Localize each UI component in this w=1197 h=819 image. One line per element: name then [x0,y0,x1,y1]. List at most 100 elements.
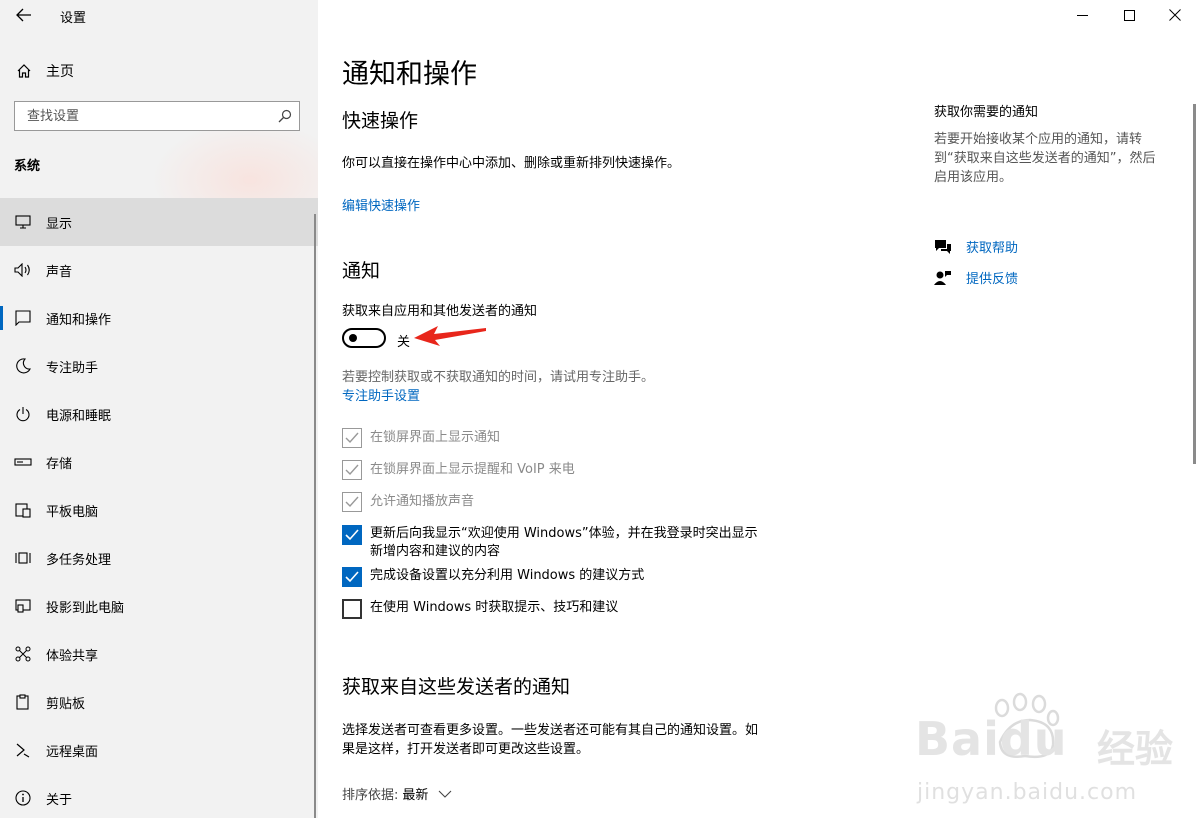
checkbox-label: 在锁屏界面上显示通知 [370,430,501,445]
sidebar-item-label: 电源和睡眠 [46,408,112,424]
checkmark-icon [345,496,359,508]
sort-value: 最新 [402,788,429,803]
sidebar-item-display[interactable]: 显示 [0,198,318,246]
search-input[interactable] [25,108,269,125]
checkbox-tips-tricks[interactable] [342,599,362,619]
main-scrollbar[interactable] [1193,104,1196,464]
section-heading: 系统 [14,159,41,174]
watermark-url: jingyan.baidu.com [917,780,1138,805]
sidebar-item-label: 远程桌面 [46,744,99,760]
watermark-brand: Baidu [915,712,1068,766]
sidebar-item-label: 平板电脑 [46,504,99,520]
checkbox-label-line2: 新增内容和建议的内容 [370,544,501,559]
senders-description-2: 果是这样，打开发送者即可更改这些设置。 [342,742,590,757]
notification-icon [12,310,34,326]
senders-heading: 获取来自这些发送者的通知 [342,676,571,698]
checkbox-lockscreen-reminders[interactable] [342,460,362,480]
right-panel-text-2: 到“获取来自这些发送者的通知”，然后 [934,151,1156,166]
storage-icon [12,457,34,467]
notifications-toggle[interactable] [342,328,386,348]
arrow-left-icon [16,8,31,22]
checkbox-label: 在锁屏界面上显示提醒和 VoIP 来电 [370,462,575,477]
get-help-link[interactable]: 获取帮助 [966,237,1018,256]
checkbox-notification-sounds[interactable] [342,492,362,512]
sidebar-item-label: 显示 [46,216,73,232]
sidebar-item-label: 剪贴板 [46,696,86,712]
power-icon [12,406,34,422]
checkmark-icon [345,464,359,476]
right-panel-text-1: 若要开始接收某个应用的通知，请转 [934,132,1143,147]
watermark-brand-cn: 经验 [1097,727,1174,771]
selection-indicator [0,306,3,330]
sidebar-item-remote-desktop[interactable]: 远程桌面 [0,726,318,774]
sidebar-item-label: 体验共享 [46,648,99,664]
close-icon [1169,9,1181,21]
checkbox-label: 在使用 Windows 时获取提示、技巧和建议 [370,600,619,615]
info-icon [12,790,34,806]
get-help-row[interactable]: 获取帮助 [934,237,1018,256]
sidebar-scrollbar[interactable] [314,214,316,818]
checkmark-icon [345,571,359,583]
back-button[interactable] [12,4,36,26]
maximize-button[interactable] [1110,0,1148,30]
sidebar-item-shared-experiences[interactable]: 体验共享 [0,630,318,678]
sidebar-item-clipboard[interactable]: 剪贴板 [0,678,318,726]
feedback-row[interactable]: 提供反馈 [934,268,1018,287]
sidebar-item-label: 关于 [46,792,73,808]
sidebar-item-storage[interactable]: 存储 [0,438,318,486]
checkmark-icon [345,432,359,444]
sidebar-item-notifications[interactable]: 通知和操作 [0,294,318,342]
app-title: 设置 [60,11,87,26]
sidebar-item-tablet[interactable]: 平板电脑 [0,486,318,534]
sidebar-item-power[interactable]: 电源和睡眠 [0,390,318,438]
clipboard-icon [12,694,34,710]
minimize-button[interactable] [1063,0,1101,30]
tablet-icon [12,502,34,518]
sort-label: 排序依据: [342,788,399,803]
title-bar: 设置 [0,0,318,30]
sidebar-item-sound[interactable]: 声音 [0,246,318,294]
home-label: 主页 [46,64,74,80]
search-icon[interactable] [278,109,292,127]
page-title: 通知和操作 [342,59,477,90]
checkbox-label: 更新后向我显示“欢迎使用 Windows”体验，并在我登录时突出显示 [370,526,758,541]
search-box[interactable] [14,101,300,131]
sidebar-item-focus-assist[interactable]: 专注助手 [0,342,318,390]
moon-icon [12,358,34,374]
share-icon [12,646,34,662]
quick-actions-heading: 快速操作 [342,110,419,132]
maximize-icon [1123,9,1135,21]
speaker-icon [12,263,34,277]
checkbox-lockscreen-notifications[interactable] [342,428,362,448]
red-arrow-annotation [414,326,486,346]
close-button[interactable] [1156,0,1194,30]
checkbox-device-setup[interactable] [342,567,362,587]
sidebar-item-label: 投影到此电脑 [46,600,125,616]
checkbox-label: 允许通知播放声音 [370,494,475,509]
sidebar-item-about[interactable]: 关于 [0,774,318,818]
sidebar-item-multitasking[interactable]: 多任务处理 [0,534,318,582]
checkbox-label: 完成设备设置以充分利用 Windows 的建议方式 [370,568,645,583]
feedback-icon [934,270,951,285]
quick-actions-description: 你可以直接在操作中心中添加、删除或重新排列快速操作。 [342,156,681,171]
focus-assist-settings-link[interactable]: 专注助手设置 [342,385,420,404]
sort-dropdown[interactable]: 排序依据: 最新 [342,784,452,803]
baidu-watermark: Baidu 经验 jingyan.baidu.com [915,690,1185,815]
chevron-down-icon [439,790,452,798]
sidebar-home[interactable]: 主页 [0,56,318,86]
focus-assist-hint: 若要控制获取或不获取通知的时间，请试用专注助手。 [342,370,655,385]
feedback-link[interactable]: 提供反馈 [966,268,1018,287]
sidebar-item-label: 通知和操作 [46,312,112,328]
sidebar-item-label: 多任务处理 [46,552,112,568]
right-panel-heading: 获取你需要的通知 [934,105,1039,120]
checkbox-welcome-experience[interactable] [342,525,362,545]
minimize-icon [1076,14,1088,16]
toggle-state-label: 关 [397,335,411,350]
edit-quick-actions-link[interactable]: 编辑快速操作 [342,195,420,214]
project-icon [12,598,34,614]
monitor-icon [12,215,34,229]
senders-description-1: 选择发送者可查看更多设置。一些发送者还可能有其自己的通知设置。如 [342,723,759,738]
home-icon [14,63,34,79]
checkmark-icon [345,529,359,541]
sidebar-item-project[interactable]: 投影到此电脑 [0,582,318,630]
